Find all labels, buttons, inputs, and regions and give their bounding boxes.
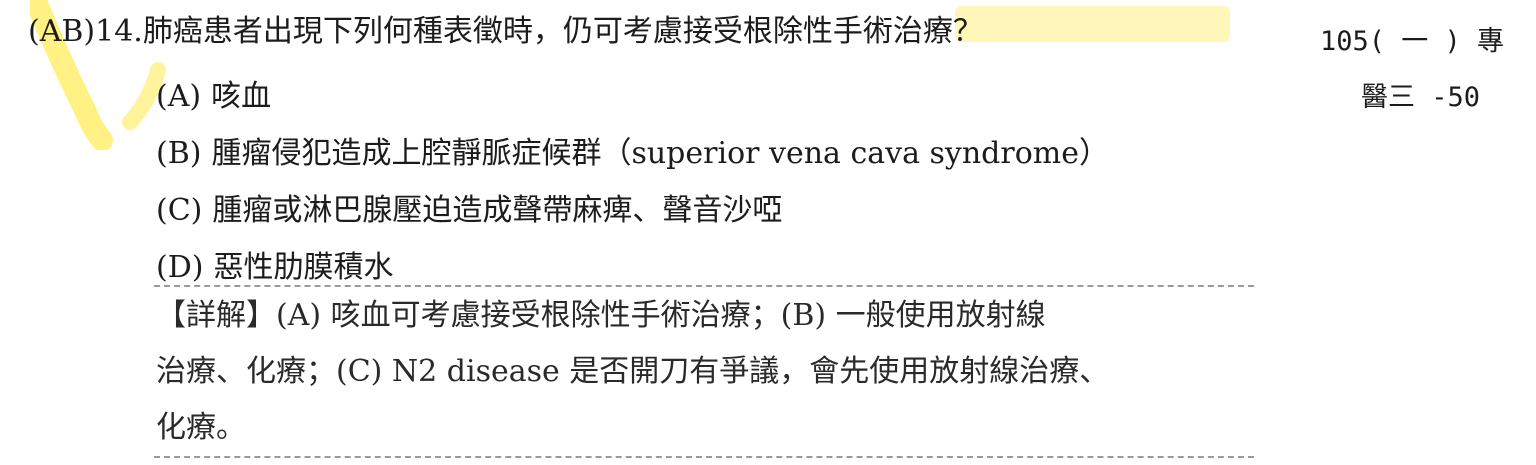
option-text: 腫瘤侵犯造成上腔靜脈症候群（superior vena cava syndrom…	[211, 136, 1109, 171]
option-key: (D)	[156, 250, 204, 285]
option-text: 腫瘤或淋巴腺壓迫造成聲帶麻痺、聲音沙啞	[212, 193, 783, 228]
divider-bottom	[154, 456, 1254, 458]
question-text: 肺癌患者出現下列何種表徵時，仍可考慮接受根除性手術治療？	[142, 14, 983, 49]
option-text: 咳血	[211, 79, 272, 114]
question-line: (AB)14.肺癌患者出現下列何種表徵時，仍可考慮接受根除性手術治療？	[28, 12, 983, 52]
option-key: (A)	[156, 79, 202, 114]
option-c: (C) 腫瘤或淋巴腺壓迫造成聲帶麻痺、聲音沙啞	[156, 182, 1109, 239]
option-b: (B) 腫瘤侵犯造成上腔靜脈症候群（superior vena cava synd…	[156, 125, 1109, 182]
question-number: 14.	[95, 14, 143, 49]
exam-source-line2: 醫三 -50	[1360, 82, 1480, 113]
explanation-line: 化療。	[156, 410, 246, 445]
options-list: (A) 咳血 (B) 腫瘤侵犯造成上腔靜脈症候群（superior vena cav…	[156, 68, 1109, 296]
option-key: (C)	[156, 193, 203, 228]
explanation-block: 【詳解】(A) 咳血可考慮接受根除性手術治療；(B) 一般使用放射線 治療、化療…	[156, 288, 1256, 456]
option-text: 惡性肋膜積水	[213, 250, 394, 285]
highlighter-band	[955, 6, 1230, 42]
question-answer: (AB)	[28, 14, 96, 49]
divider-top	[154, 285, 1254, 287]
explanation-line: 治療、化療；(C) N2 disease 是否開刀有爭議，會先使用放射線治療、	[156, 354, 1110, 389]
option-key: (B)	[156, 136, 202, 171]
exam-source-line1: 105( 一 ) 專	[1319, 26, 1504, 57]
explanation-line: 【詳解】(A) 咳血可考慮接受根除性手術治療；(B) 一般使用放射線	[156, 298, 1046, 333]
exam-source: 105( 一 ) 專 醫三 -50	[1320, 14, 1504, 126]
option-a: (A) 咳血	[156, 68, 1109, 125]
